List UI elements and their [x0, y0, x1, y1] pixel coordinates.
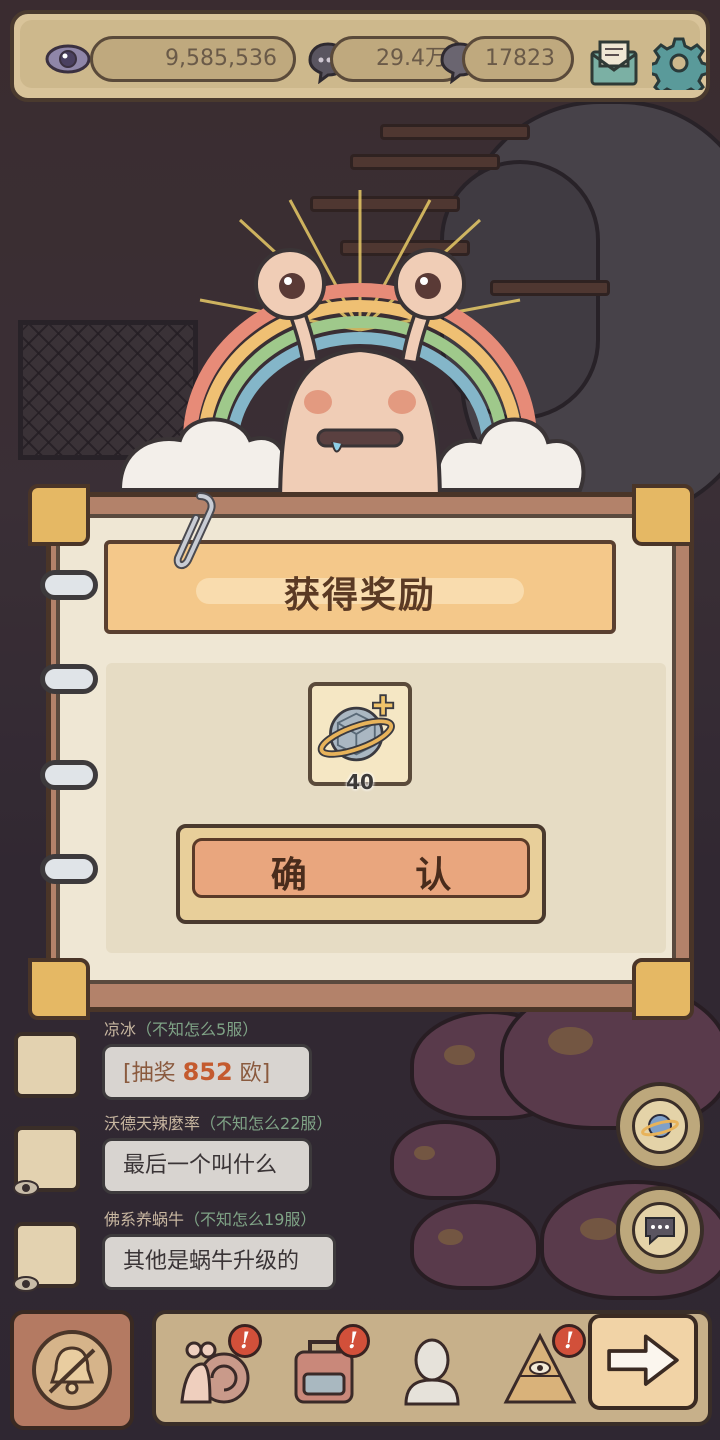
- eye-icon: [45, 44, 91, 74]
- alert-badge: !: [228, 1324, 262, 1358]
- confirm-button-label: 确 认: [270, 855, 500, 896]
- eye-icon: [13, 1276, 39, 1292]
- reward-dialog: 获得奖励 40 确 认: [28, 484, 694, 1020]
- statue-tab[interactable]: [390, 1328, 474, 1412]
- alert-badge: !: [336, 1324, 370, 1358]
- corner-bracket: [28, 958, 90, 1020]
- bell-button[interactable]: [10, 1310, 134, 1430]
- top-stats-bar: 9,585,536 29.4万 17823: [10, 10, 710, 102]
- pyramid-tab[interactable]: !: [498, 1324, 586, 1412]
- corner-bracket: [632, 484, 694, 546]
- bust-statue-icon: [404, 1338, 460, 1406]
- corner-bracket: [632, 958, 694, 1020]
- paperclip-icon: [173, 492, 216, 569]
- binder-ring: [40, 760, 98, 790]
- stat-counter-3: 17823: [462, 36, 574, 82]
- chat-bubble: [抽奖 852 欧]: [102, 1044, 312, 1100]
- backpack-tab[interactable]: !: [282, 1324, 370, 1412]
- snail-tab[interactable]: !: [174, 1324, 262, 1412]
- binder-ring: [40, 854, 98, 884]
- gear-icon[interactable]: [652, 36, 706, 90]
- arrow-right-icon: [607, 1334, 679, 1386]
- next-button[interactable]: [588, 1314, 698, 1410]
- chat-bubble: 最后一个叫什么: [102, 1138, 312, 1194]
- bell-icon: [48, 1346, 96, 1395]
- chat-username: 凉冰（不知怎么5服）: [104, 1020, 259, 1039]
- binder-ring: [40, 570, 98, 600]
- alert-badge: !: [552, 1324, 586, 1358]
- views-counter: 9,585,536: [90, 36, 296, 82]
- binder-ring: [40, 664, 98, 694]
- chat-username: 沃德天辣麼率（不知怎么22服）: [104, 1114, 333, 1133]
- reward-count: 40: [346, 770, 374, 794]
- mail-icon[interactable]: [588, 38, 640, 88]
- eye-icon: [13, 1180, 39, 1196]
- chat-username: 佛系养蜗牛（不知怎么19服）: [104, 1210, 317, 1229]
- chat-bubble: 其他是蜗牛升级的: [102, 1234, 336, 1290]
- confirm-button[interactable]: 确 认: [176, 824, 546, 924]
- chat-bubble-icon: [645, 1217, 675, 1246]
- bottom-nav: ! ! !: [0, 1300, 720, 1440]
- avatar[interactable]: [14, 1032, 80, 1098]
- planet-button[interactable]: [616, 1082, 704, 1170]
- planet-ring-item-icon: [317, 694, 395, 762]
- chat-button[interactable]: [616, 1186, 704, 1274]
- snail-character: [120, 190, 586, 510]
- planet-icon: [641, 1114, 679, 1138]
- corner-bracket: [28, 484, 90, 546]
